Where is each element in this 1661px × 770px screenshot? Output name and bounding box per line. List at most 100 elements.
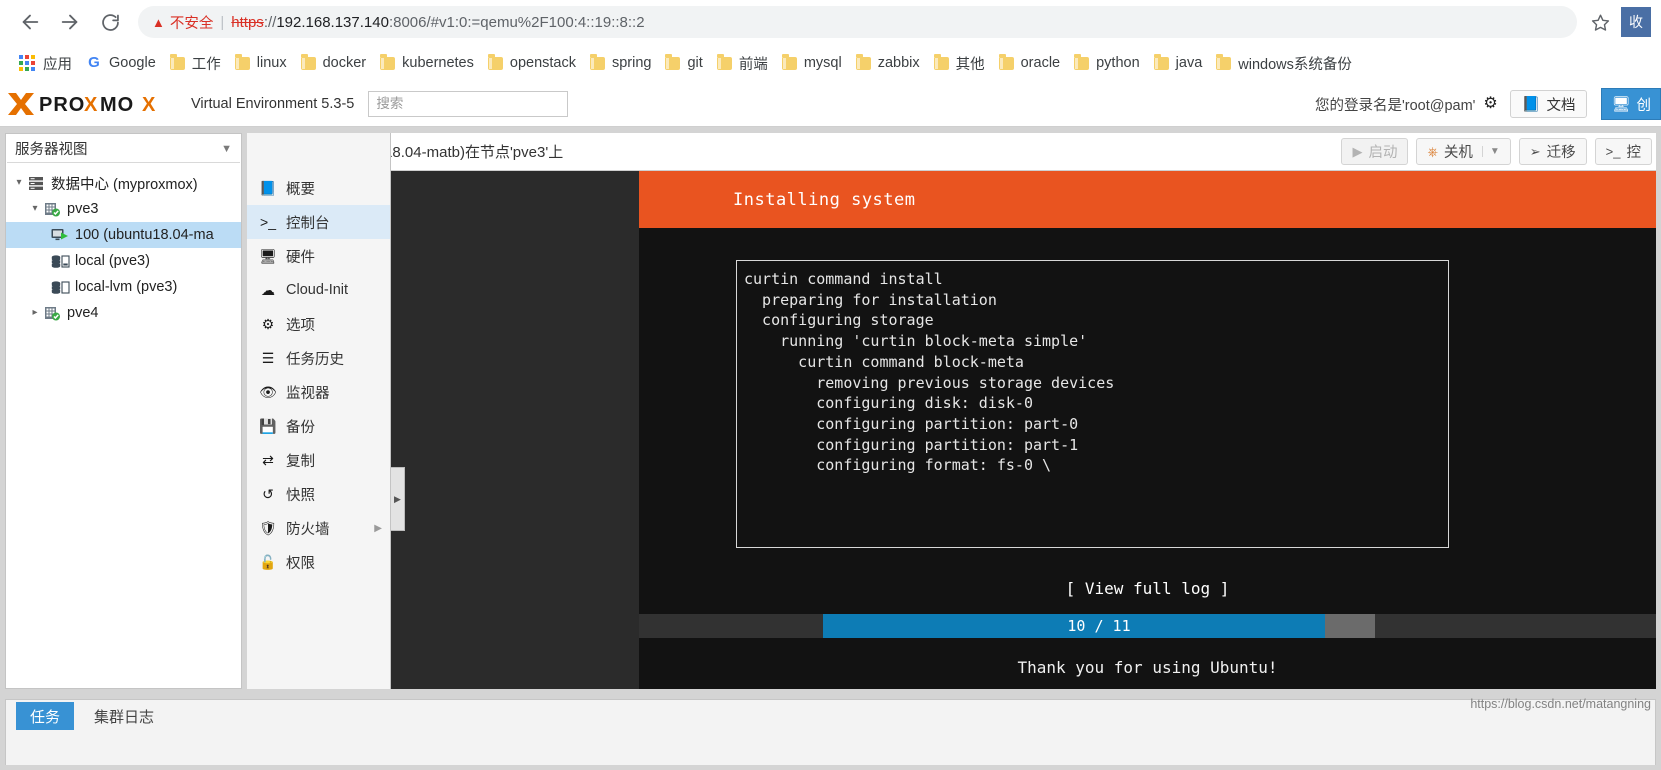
floppy-disk-icon: 💾 <box>259 418 277 434</box>
progress-bar-label: 10 / 11 <box>1067 617 1131 635</box>
folder-icon <box>487 53 503 70</box>
gear-icon[interactable]: ⚙ <box>1483 96 1497 112</box>
svg-text:X: X <box>84 94 98 116</box>
log-line: curtin command install <box>744 270 943 288</box>
monitor-icon: 🖥 <box>1611 95 1631 113</box>
view-selector[interactable]: 服务器视图 ▼ <box>7 135 240 163</box>
bookmark-apps[interactable]: 应用 <box>12 49 79 77</box>
bookmark-folder[interactable]: oracle <box>992 49 1068 77</box>
menu-item-label: 选项 <box>286 317 315 334</box>
view-selector-label: 服务器视图 <box>15 142 88 158</box>
back-arrow-icon[interactable] <box>10 2 50 42</box>
menu-item-monitor[interactable]: 👁 监视器 <box>247 375 390 409</box>
forward-arrow-icon[interactable] <box>50 2 90 42</box>
chevron-down-icon[interactable]: ▾ <box>28 204 42 214</box>
menu-item-replication[interactable]: ⇄ 复制 <box>247 443 390 477</box>
tree-item-vm-100[interactable]: 100 (ubuntu18.04-ma <box>6 222 241 248</box>
bookmark-label: 工作 <box>191 56 221 73</box>
menu-item-summary[interactable]: 📘 概要 <box>247 171 390 205</box>
menu-item-permissions[interactable]: 🔓 权限 <box>247 545 390 579</box>
bookmark-folder[interactable]: python <box>1067 49 1147 77</box>
documentation-button[interactable]: 📘 文档 <box>1509 90 1588 118</box>
menu-item-hardware[interactable]: 🖥 硬件 <box>247 239 390 273</box>
bookmark-label: git <box>687 55 703 71</box>
bookmark-label: docker <box>322 55 367 71</box>
browser-nav-row: ▲ 不安全 | https :// 192.168.137.140 :8006/… <box>0 0 1661 44</box>
bookmark-label: windows系统备份 <box>1238 56 1352 73</box>
address-bar[interactable]: ▲ 不安全 | https :// 192.168.137.140 :8006/… <box>138 6 1577 38</box>
bookmark-label: java <box>1175 55 1203 71</box>
svg-text:X: X <box>142 94 156 116</box>
bookmark-google[interactable]: G Google <box>79 49 163 77</box>
menu-item-options[interactable]: ⚙ 选项 <box>247 307 390 341</box>
create-vm-button[interactable]: 🖥 创 <box>1601 88 1661 120</box>
bookmark-folder[interactable]: 工作 <box>163 49 228 77</box>
tree-item-node-pve3[interactable]: ▾ pve3 <box>6 196 241 222</box>
proxmox-logo[interactable]: PRO X MO X <box>6 91 181 117</box>
chevron-down-icon[interactable]: ▾ <box>12 178 26 188</box>
log-line: configuring partition: part-0 <box>744 414 1079 433</box>
menu-item-firewall[interactable]: 🛡 防火墙 ▶ <box>247 511 390 545</box>
create-vm-label: 创 <box>1636 97 1652 114</box>
history-clock-icon: ↺ <box>262 486 274 502</box>
installer-log-box: curtin command install preparing for ins… <box>736 260 1449 548</box>
bookmark-folder[interactable]: git <box>658 49 709 77</box>
start-vm-button[interactable]: ▶ 启动 <box>1341 138 1409 165</box>
bottom-bar: 任务 集群日志 https://blog.csdn.net/matangning <box>0 695 1661 770</box>
browser-chrome: ▲ 不安全 | https :// 192.168.137.140 :8006/… <box>0 0 1661 82</box>
panel-collapse-handle[interactable]: ▶ <box>391 467 405 531</box>
view-full-log-button[interactable]: [ View full log ] <box>639 579 1656 598</box>
chevron-right-icon[interactable]: ▸ <box>28 308 42 318</box>
chevron-down-icon[interactable]: ▼ <box>1481 146 1500 157</box>
bookmark-folder[interactable]: mysql <box>775 49 849 77</box>
menu-item-console[interactable]: >_ 控制台 <box>247 205 390 239</box>
bookmark-folder[interactable]: docker <box>294 49 374 77</box>
bookmark-folder[interactable]: linux <box>228 49 294 77</box>
bookmark-folder[interactable]: spring <box>583 49 659 77</box>
header-right-group: 您的登录名是'root@pam' ⚙ 📘 文档 🖥 创 <box>1315 82 1661 127</box>
shutdown-vm-button[interactable]: ⎈ 关机 ▼ <box>1416 138 1511 165</box>
bookmark-folder[interactable]: openstack <box>481 49 583 77</box>
tree-item-storage-local-lvm[interactable]: local-lvm (pve3) <box>6 274 241 300</box>
terminal-icon: >_ <box>1605 144 1621 159</box>
log-line: preparing for installation <box>744 290 997 309</box>
bookmark-folder[interactable]: 前端 <box>710 49 775 77</box>
log-line: running 'curtin block-meta simple' <box>744 332 1088 351</box>
bookmark-folder[interactable]: java <box>1147 49 1210 77</box>
migrate-vm-button[interactable]: ➢ 迁移 <box>1518 138 1587 165</box>
eye-icon: 👁 <box>259 384 277 400</box>
vnc-console-area[interactable]: Installing system curtin command install… <box>391 171 1656 689</box>
reload-icon[interactable] <box>90 2 130 42</box>
menu-item-backup[interactable]: 💾 备份 <box>247 409 390 443</box>
vm-running-icon <box>50 228 70 243</box>
menu-item-label: 硬件 <box>286 249 315 266</box>
folder-icon <box>1216 53 1232 70</box>
search-input[interactable]: 搜索 <box>368 91 569 117</box>
bookmark-star-icon[interactable] <box>1583 5 1617 39</box>
profile-avatar[interactable]: 收 <box>1621 7 1651 37</box>
tree-item-storage-local[interactable]: local (pve3) <box>6 248 241 274</box>
tree-item-node-pve4[interactable]: ▸ pve4 <box>6 300 241 326</box>
menu-item-snapshots[interactable]: ↺ 快照 <box>247 477 390 511</box>
url-host: 192.168.137.140 <box>276 13 389 31</box>
bookmark-folder[interactable]: kubernetes <box>373 49 481 77</box>
console-vm-button[interactable]: >_ 控 <box>1594 138 1652 165</box>
monitor-icon: 🖥 <box>259 248 277 264</box>
menu-item-cloud-init[interactable]: ☁ Cloud-Init <box>247 273 390 307</box>
chevron-down-icon: ▼ <box>221 142 232 155</box>
log-line: curtin command block-meta <box>744 352 1024 371</box>
menu-item-task-history[interactable]: ☰ 任务历史 <box>247 341 390 375</box>
bookmark-folder[interactable]: 其他 <box>927 49 992 77</box>
gear-icon: ⚙ <box>261 316 275 332</box>
login-name-label: 您的登录名是'root@pam' <box>1314 97 1476 114</box>
tree-item-datacenter[interactable]: ▾ 数据中心 (myproxmox) <box>6 170 241 196</box>
bookmark-folder[interactable]: zabbix <box>849 49 927 77</box>
folder-icon <box>380 53 396 70</box>
bookmark-folder[interactable]: windows系统备份 <box>1209 49 1359 77</box>
bookmark-label: oracle <box>1020 55 1061 71</box>
node-online-icon <box>42 306 62 321</box>
tab-tasks[interactable]: 任务 <box>16 702 75 730</box>
tab-cluster-log[interactable]: 集群日志 <box>80 702 168 730</box>
menu-item-label: Cloud-Init <box>286 282 349 298</box>
tree-item-label: 100 (ubuntu18.04-ma <box>75 227 214 243</box>
